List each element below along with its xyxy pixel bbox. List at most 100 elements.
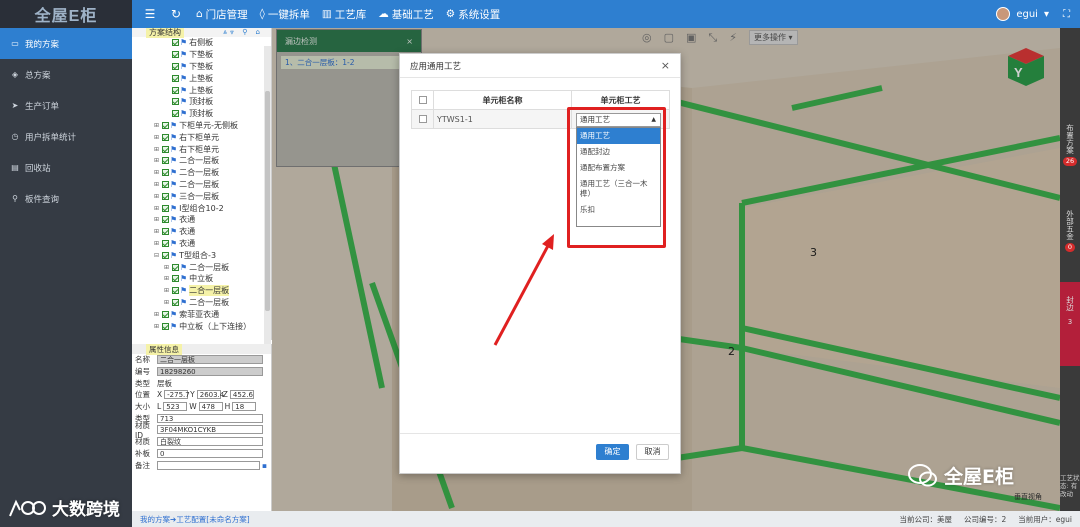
tree-node[interactable]: ⊞ ⚑ 右下柜单元 — [132, 143, 271, 155]
close-icon[interactable]: × — [661, 59, 670, 72]
tree-checkbox[interactable] — [162, 133, 169, 141]
tree-checkbox[interactable] — [172, 86, 179, 94]
tree-node[interactable]: ⚑ 上垫板 — [132, 84, 271, 96]
menu-one-click-split[interactable]: ◊ 一键拆单 — [260, 7, 310, 22]
expand-toggle-icon[interactable]: ⊞ — [154, 323, 162, 330]
material-field[interactable]: 白裂纹 — [157, 437, 263, 447]
tree-node[interactable]: ⊞ ⚑ 二合一层板 — [132, 261, 271, 273]
tree-checkbox[interactable] — [162, 180, 169, 188]
tree-checkbox[interactable] — [162, 322, 169, 330]
note-field[interactable] — [157, 460, 260, 470]
tree-node[interactable]: ⊞ ⚑ 衣通 — [132, 226, 271, 238]
sidebar-item-user-stats[interactable]: ◷ 用户拆单统计 — [0, 121, 132, 152]
tree-checkbox[interactable] — [162, 192, 169, 200]
breadcrumb[interactable]: 我的方案➔工艺配置[未命名方案] — [132, 514, 250, 525]
tree-checkbox[interactable] — [162, 310, 169, 318]
code-field[interactable]: 18298260 — [157, 367, 263, 377]
tree-checkbox[interactable] — [172, 263, 179, 271]
tree-node[interactable]: ⊞ ⚑ 下柜单元-无侧板 — [132, 120, 271, 132]
material-id-field[interactable]: 3F04MKO1CYKB — [157, 425, 263, 435]
tree-checkbox[interactable] — [172, 110, 179, 118]
expand-toggle-icon[interactable]: ⊞ — [154, 146, 162, 153]
expand-toggle-icon[interactable]: ⊞ — [154, 228, 162, 235]
expand-toggle-icon[interactable]: ⊞ — [154, 122, 162, 129]
tree-node[interactable]: ⊞ ⚑ 二合一层板 — [132, 297, 271, 309]
scrollbar-thumb[interactable] — [265, 91, 270, 311]
board-field[interactable]: 0 — [157, 448, 263, 458]
pos-y-field[interactable]: 2603.4 — [196, 390, 224, 400]
tree-checkbox[interactable] — [172, 275, 179, 283]
tree-node[interactable]: ⚑ 右侧板 — [132, 37, 271, 49]
tree-node[interactable]: ⊞ ⚑ 中立板（上下连接） — [132, 320, 271, 332]
confirm-button[interactable]: 确定 — [596, 444, 629, 460]
tree-checkbox[interactable] — [162, 169, 169, 177]
menu-basic-craft[interactable]: ☁ 基础工艺 — [378, 7, 434, 22]
tree-node[interactable]: ⚑ 顶封板 — [132, 108, 271, 120]
expand-toggle-icon[interactable]: ⊞ — [154, 205, 162, 212]
cancel-button[interactable]: 取消 — [636, 444, 669, 460]
sidebar-item-my-plans[interactable]: ▭ 我的方案 — [0, 28, 132, 59]
user-menu[interactable]: egui ▾ ⛶ — [996, 0, 1070, 28]
row-checkbox[interactable] — [418, 115, 427, 123]
expand-toggle-icon[interactable]: ⊞ — [154, 157, 162, 164]
expand-toggle-icon[interactable]: ⊞ — [164, 299, 172, 306]
tree-checkbox[interactable] — [162, 204, 169, 212]
rail-tab-edge-banding[interactable]: 封边 3 — [1060, 282, 1080, 366]
tree-checkbox[interactable] — [172, 298, 179, 306]
tree-node[interactable]: ⊞ ⚑ 索菲亚衣通 — [132, 308, 271, 320]
pos-x-field[interactable]: -275.7 — [164, 390, 190, 400]
sidebar-item-master-plan[interactable]: ◈ 总方案 — [0, 59, 132, 90]
tree-node[interactable]: ⊞ ⚑ 二合一层板 — [132, 167, 271, 179]
menu-craft-library[interactable]: ▥ 工艺库 — [322, 7, 366, 22]
rail-tab-hardware[interactable]: 外部五金 0 — [1060, 206, 1080, 252]
tree-node[interactable]: ⚑ 下垫板 — [132, 49, 271, 61]
expand-toggle-icon[interactable]: ⊞ — [164, 264, 172, 271]
save-icon[interactable]: ▪ — [262, 461, 267, 470]
expand-toggle-icon[interactable]: ⊞ — [154, 311, 162, 318]
tree-node[interactable]: ⊞ ⚑ 中立板 — [132, 273, 271, 285]
expand-toggle-icon[interactable]: ⊞ — [154, 240, 162, 247]
menu-toggle-icon[interactable]: ☰ — [142, 7, 158, 21]
expand-toggle-icon[interactable]: ⊞ — [154, 193, 162, 200]
app-logo[interactable]: 全屋E柜 — [0, 0, 132, 28]
type2-field[interactable]: 713 — [157, 413, 263, 423]
tree-node[interactable]: ⚑ 上垫板 — [132, 72, 271, 84]
menu-store-management[interactable]: ⌂ 门店管理 — [196, 7, 248, 22]
tree-node[interactable]: ⊞ ⚑ 二合一层板 — [132, 155, 271, 167]
tree-checkbox[interactable] — [162, 216, 169, 224]
expand-toggle-icon[interactable]: ⊞ — [164, 275, 172, 282]
expand-toggle-icon[interactable]: ⊞ — [154, 134, 162, 141]
tree-node[interactable]: ⊞ ⚑ 右下柜单元 — [132, 131, 271, 143]
tree-checkbox[interactable] — [172, 98, 179, 106]
expand-toggle-icon[interactable]: ⊞ — [154, 181, 162, 188]
expand-toggle-icon[interactable]: ⊞ — [154, 169, 162, 176]
tree-checkbox[interactable] — [162, 157, 169, 165]
tree-node[interactable]: ⚑ 下垫板 — [132, 61, 271, 73]
tree-checkbox[interactable] — [172, 51, 179, 59]
sidebar-item-production-orders[interactable]: ➤ 生产订单 — [0, 90, 132, 121]
tree-checkbox[interactable] — [162, 251, 169, 259]
size-l-field[interactable]: 523 — [163, 402, 188, 412]
pos-z-field[interactable]: 452.6 — [229, 390, 254, 400]
sidebar-item-recycle-bin[interactable]: ▤ 回收站 — [0, 152, 132, 183]
tree-checkbox[interactable] — [172, 74, 179, 82]
tree-checkbox[interactable] — [172, 39, 179, 47]
tree-tools-icons[interactable]: ⩓⩔ ⚲ ⌂ — [223, 28, 263, 37]
fullscreen-icon[interactable]: ⛶ — [1063, 9, 1070, 20]
expand-toggle-icon[interactable]: ⊞ — [164, 287, 172, 294]
select-all-checkbox[interactable] — [418, 96, 427, 104]
tree-checkbox[interactable] — [162, 121, 169, 129]
tree-node[interactable]: ⊞ ⚑ I型组合10-2 — [132, 202, 271, 214]
tree-node[interactable]: ⊞ ⚑ 二合一层板 — [132, 285, 271, 297]
tree-scrollbar[interactable] — [264, 46, 271, 346]
tree-checkbox[interactable] — [162, 145, 169, 153]
tree-checkbox[interactable] — [172, 62, 179, 70]
refresh-icon[interactable]: ↻ — [168, 7, 184, 21]
tree-checkbox[interactable] — [172, 287, 179, 295]
tree-node[interactable]: ⊞ ⚑ 三合一层板 — [132, 190, 271, 202]
tree-node[interactable]: ⊞ ⚑ 二合一层板 — [132, 179, 271, 191]
size-w-field[interactable]: 478 — [198, 402, 223, 412]
expand-toggle-icon[interactable]: ⊟ — [154, 252, 162, 259]
tree-node[interactable]: ⊞ ⚑ 衣通 — [132, 214, 271, 226]
name-field[interactable]: 二合一层板 — [157, 355, 263, 365]
